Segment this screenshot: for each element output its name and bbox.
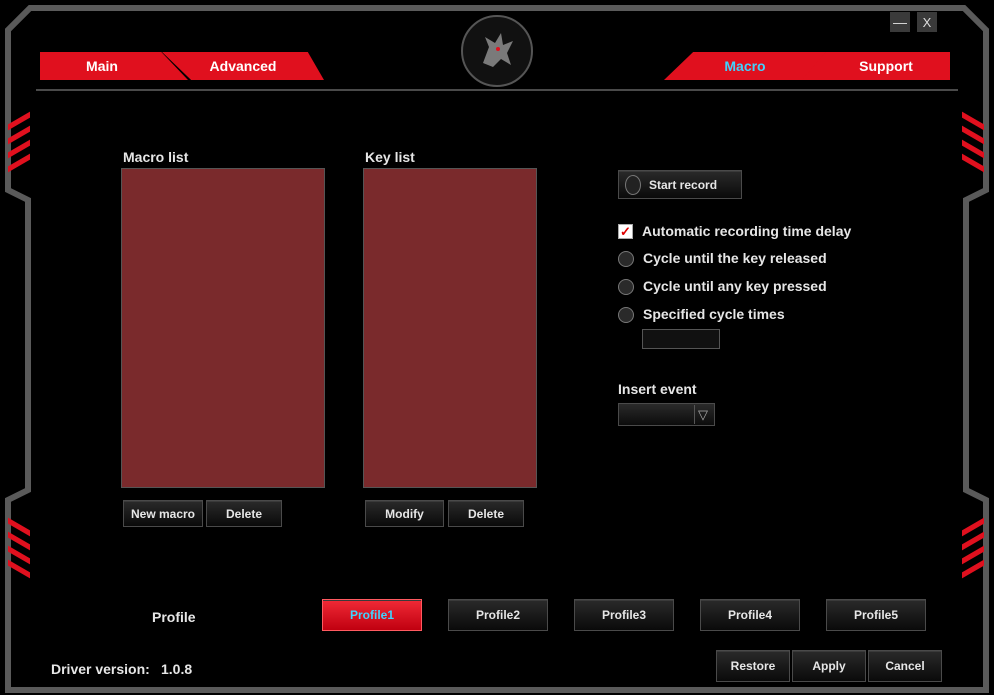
record-circle-icon [625,174,641,195]
macro-list-label: Macro list [123,149,189,165]
key-list[interactable] [363,168,537,488]
delete-macro-button[interactable]: Delete [206,500,282,527]
delete-key-button[interactable]: Delete [448,500,524,527]
tab-macro-label: Macro [724,58,766,74]
insert-event-label: Insert event [618,381,697,397]
cycle-any-key-label: Cycle until any key pressed [643,278,827,294]
auto-delay-label: Automatic recording time delay [642,223,852,239]
cycle-any-key-radio[interactable] [618,279,634,295]
driver-version-label: Driver version: [51,661,150,677]
modify-button[interactable]: Modify [365,500,444,527]
tab-support[interactable]: Support [802,52,950,80]
driver-version-value: 1.0.8 [161,661,193,677]
profile1-button[interactable]: Profile1 [322,599,422,631]
specified-cycle-label: Specified cycle times [643,306,785,322]
dragon-logo-icon [461,15,533,87]
tab-main-label: Main [86,58,118,74]
profile2-button[interactable]: Profile2 [448,599,548,631]
profile5-button[interactable]: Profile5 [826,599,926,631]
new-macro-button[interactable]: New macro [123,500,203,527]
start-record-label: Start record [649,177,718,192]
key-list-label: Key list [365,149,415,165]
minimize-button[interactable]: — [890,12,910,32]
restore-button[interactable]: Restore [716,650,790,682]
cycle-key-released-label: Cycle until the key released [643,250,827,266]
apply-button[interactable]: Apply [792,650,866,682]
auto-delay-checkbox[interactable]: ✓ [618,224,633,239]
specified-cycle-radio[interactable] [618,307,634,323]
cycle-times-input[interactable] [642,329,720,349]
tab-support-label: Support [859,58,913,74]
start-record-button[interactable]: Start record [618,170,742,199]
profile4-button[interactable]: Profile4 [700,599,800,631]
cancel-button[interactable]: Cancel [868,650,942,682]
profile3-button[interactable]: Profile3 [574,599,674,631]
close-button[interactable]: X [917,12,937,32]
insert-event-dropdown[interactable]: ▽ [618,403,715,426]
macro-list[interactable] [121,168,325,488]
profile-label: Profile [152,609,196,625]
chevron-down-icon: ▽ [694,405,711,424]
cycle-key-released-radio[interactable] [618,251,634,267]
tab-advanced-label: Advanced [209,58,277,74]
